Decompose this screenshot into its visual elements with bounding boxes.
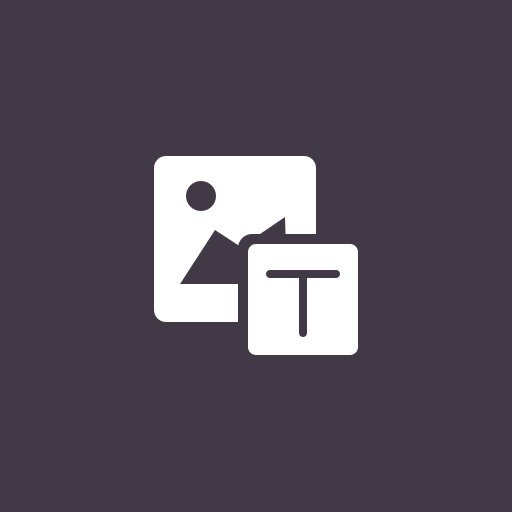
sun-circle	[186, 181, 216, 211]
image-with-text-icon	[154, 156, 366, 364]
icon-canvas	[0, 0, 512, 512]
